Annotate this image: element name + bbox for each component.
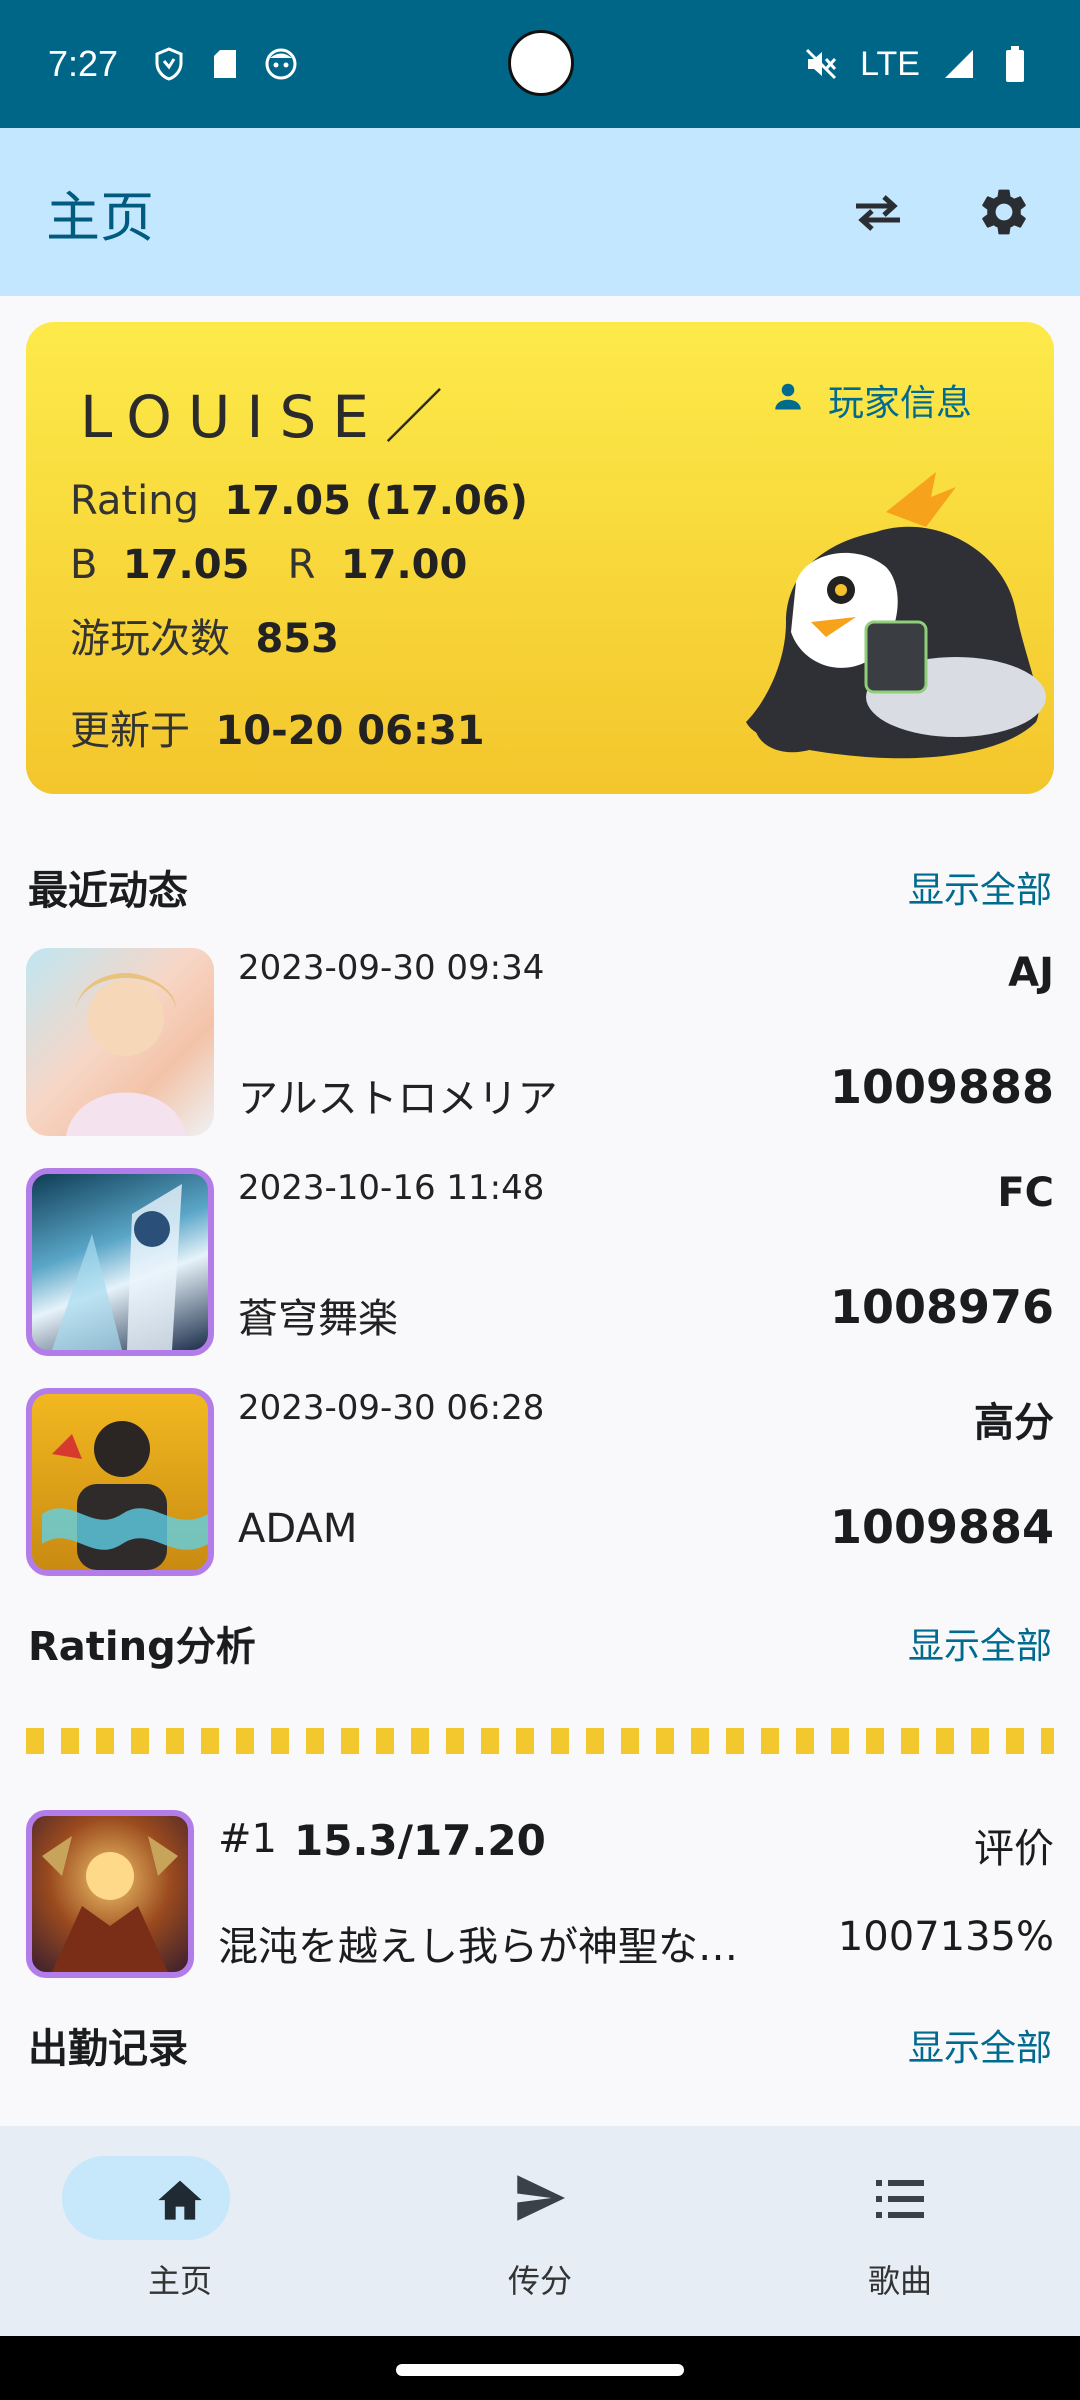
recent-song-title: アルストロメリア bbox=[238, 1076, 558, 1122]
shield-icon bbox=[152, 47, 186, 81]
updated-value: 10-20 06:31 bbox=[215, 708, 485, 754]
recent-item[interactable]: 2023-09-30 09:34 アルストロメリア AJ 1009888 bbox=[26, 940, 1054, 1144]
signal-icon bbox=[942, 47, 976, 81]
send-icon bbox=[512, 2170, 568, 2226]
battery-icon bbox=[998, 46, 1032, 82]
nav-item-songs[interactable]: 歌曲 bbox=[720, 2126, 1080, 2336]
b-label: B bbox=[70, 542, 98, 588]
recent-section-header: 最近动态 显示全部 bbox=[28, 858, 1052, 916]
rating-label: Rating bbox=[70, 478, 199, 524]
page-title: 主页 bbox=[46, 185, 154, 249]
b-value: 17.05 bbox=[122, 542, 250, 588]
updated-line: 更新于 10-20 06:31 bbox=[70, 698, 485, 756]
song-jacket-image bbox=[26, 1168, 214, 1356]
recent-song-title: ADAM bbox=[238, 1506, 358, 1552]
song-jacket-image bbox=[26, 948, 214, 1136]
home-gesture-handle[interactable] bbox=[396, 2364, 684, 2376]
recent-score: 1008976 bbox=[829, 1280, 1054, 1334]
nav-item-home[interactable]: 主页 bbox=[0, 2126, 360, 2336]
recent-date: 2023-09-30 09:34 bbox=[238, 948, 545, 988]
status-time: 7:27 bbox=[48, 43, 119, 84]
nav-label: 歌曲 bbox=[867, 2262, 932, 2300]
status-bar: 7:27 LTE bbox=[0, 0, 1080, 128]
best-rating-item[interactable]: #1 15.3/17.20 评价 混沌を越えし我らが神聖な… 1007135% bbox=[26, 1810, 1054, 1980]
plays-label: 游玩次数 bbox=[70, 616, 230, 662]
network-type: LTE bbox=[860, 44, 920, 83]
r-value: 17.00 bbox=[340, 542, 468, 588]
player-card[interactable]: LOUISE／ 玩家信息 Rating 17.05 (17.06) B 17.0… bbox=[26, 322, 1054, 794]
best-eval-label: 评价 bbox=[974, 1826, 1054, 1872]
recent-score: 1009888 bbox=[829, 1060, 1054, 1114]
recent-date: 2023-09-30 06:28 bbox=[238, 1388, 545, 1428]
gesture-bar-area bbox=[0, 2336, 1080, 2400]
recent-item[interactable]: 2023-09-30 06:28 ADAM 高分 1009884 bbox=[26, 1380, 1054, 1584]
rating-section-header: Rating分析 显示全部 bbox=[28, 1614, 1052, 1672]
attendance-section-header: 出勤记录 显示全部 bbox=[28, 2016, 1052, 2074]
home-icon bbox=[152, 2170, 208, 2226]
attendance-show-all-link[interactable]: 显示全部 bbox=[908, 2019, 1052, 2071]
recent-song-title: 蒼穹舞楽 bbox=[238, 1296, 398, 1342]
attendance-title: 出勤记录 bbox=[28, 2026, 188, 2072]
plays-line: 游玩次数 853 bbox=[70, 606, 339, 664]
recent-item[interactable]: 2023-10-16 11:48 蒼穹舞楽 FC 1008976 bbox=[26, 1160, 1054, 1364]
sd-card-icon bbox=[208, 47, 242, 81]
list-icon bbox=[872, 2170, 928, 2226]
updated-label: 更新于 bbox=[70, 708, 190, 754]
best-song-title: 混沌を越えし我らが神聖な… bbox=[218, 1924, 738, 1970]
best-rank: #1 bbox=[218, 1816, 277, 1862]
player-name: LOUISE／ bbox=[80, 383, 459, 451]
rating-value: 17.05 (17.06) bbox=[224, 478, 528, 524]
penguin-mascot-image bbox=[716, 472, 1054, 772]
rating-analysis-title: Rating分析 bbox=[28, 1624, 256, 1670]
recent-grade: 高分 bbox=[974, 1400, 1054, 1446]
player-info-button[interactable]: 玩家信息 bbox=[770, 374, 972, 426]
rating-show-all-link[interactable]: 显示全部 bbox=[908, 1617, 1052, 1669]
recent-title: 最近动态 bbox=[28, 868, 188, 914]
person-icon bbox=[770, 378, 806, 423]
best-constant: 15.3/17.20 bbox=[294, 1816, 546, 1865]
face-icon bbox=[264, 47, 298, 81]
r-label: R bbox=[287, 542, 316, 588]
app-bar: 主页 bbox=[0, 128, 1080, 296]
swap-arrows-icon[interactable] bbox=[848, 182, 908, 242]
plays-value: 853 bbox=[255, 616, 339, 662]
nav-label: 传分 bbox=[507, 2262, 572, 2300]
player-info-label: 玩家信息 bbox=[828, 383, 973, 424]
song-jacket-image bbox=[26, 1388, 214, 1576]
recent-grade: FC bbox=[997, 1170, 1054, 1216]
song-jacket-image bbox=[26, 1810, 194, 1978]
camera-cutout bbox=[508, 30, 574, 96]
rating-progress-dash-bar bbox=[26, 1728, 1054, 1754]
nav-item-upload[interactable]: 传分 bbox=[360, 2126, 720, 2336]
recent-grade: AJ bbox=[1008, 950, 1054, 996]
br-line: B 17.05 R 17.00 bbox=[70, 542, 467, 588]
nav-label: 主页 bbox=[147, 2262, 212, 2300]
recent-date: 2023-10-16 11:48 bbox=[238, 1168, 545, 1208]
gear-icon[interactable] bbox=[974, 182, 1034, 242]
rating-line: Rating 17.05 (17.06) bbox=[70, 478, 528, 524]
bottom-navigation: 主页 传分 歌曲 bbox=[0, 2126, 1080, 2336]
recent-show-all-link[interactable]: 显示全部 bbox=[908, 861, 1052, 913]
recent-score: 1009884 bbox=[829, 1500, 1054, 1554]
mute-icon bbox=[804, 47, 838, 81]
best-score: 1007135% bbox=[837, 1914, 1054, 1960]
